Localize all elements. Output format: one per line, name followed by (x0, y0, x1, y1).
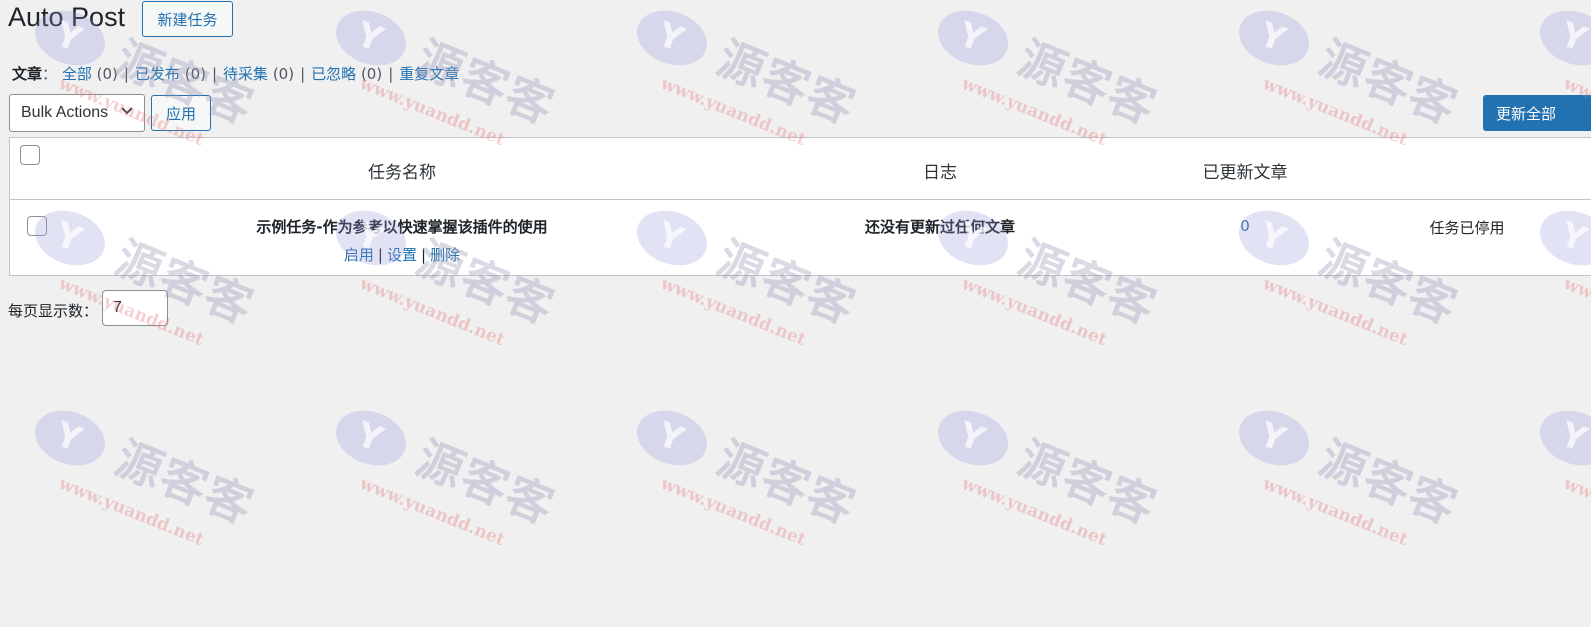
watermark: 源客客www.yuandd.net (27, 401, 264, 562)
new-task-button[interactable]: 新建任务 (142, 1, 233, 37)
separator: | (123, 65, 129, 83)
watermark-logo-icon (27, 401, 113, 475)
watermark-text: 源客客 (1011, 30, 1165, 135)
filter-colon: ： (42, 65, 58, 83)
watermark-url: www.yuandd.net (657, 473, 809, 551)
enable-link[interactable]: 启用 (344, 246, 374, 264)
updated-count[interactable]: 0 (1240, 217, 1250, 235)
watermark-logo-icon (328, 401, 414, 475)
watermark-url: www.yuandd.net (1560, 473, 1591, 551)
filter-duplicate-link[interactable]: 重复文章 (399, 65, 459, 83)
watermark-url: www.yuandd.net (1259, 473, 1411, 551)
filter-label: 文章 (12, 65, 43, 83)
watermark-text: 源客客 (710, 430, 864, 535)
chevron-down-icon (120, 104, 134, 121)
watermark: 源客客www.yuandd.net (1532, 401, 1591, 562)
table-header: 任务名称 日志 已更新文章 (10, 138, 1591, 200)
select-all-checkbox[interactable] (20, 145, 40, 165)
task-name[interactable]: 示例任务-作为参考以快速掌握该插件的使用 (256, 216, 547, 237)
watermark-url: www.yuandd.net (958, 273, 1110, 351)
post-filter-links: 文章： 全部 (0) | 已发布 (0) | 待采集 (0) | 已忽略 (0) | 重复文章 (12, 63, 459, 84)
watermark-text: 源客客 (1312, 30, 1466, 135)
column-updated-posts[interactable]: 已更新文章 (1203, 158, 1288, 183)
bulk-actions-value: Bulk Actions (21, 104, 109, 121)
watermark: 源客客www.yuandd.net (1231, 401, 1468, 562)
watermark-url: www.yuandd.net (356, 473, 508, 551)
watermark: 源客客www.yuandd.net (328, 401, 565, 562)
watermark: 源客客www.yuandd.net (629, 401, 866, 562)
task-status: 任务已停用 (1429, 219, 1505, 237)
update-all-button[interactable]: 更新全部 (1483, 95, 1591, 131)
separator: | (377, 246, 383, 264)
column-task-name[interactable]: 任务名称 (368, 158, 436, 183)
watermark-url: www.yuandd.net (356, 273, 508, 351)
bulk-actions-select[interactable]: Bulk Actions (9, 94, 145, 132)
watermark-logo-icon (1231, 1, 1317, 75)
filter-published-link[interactable]: 已发布 (135, 65, 180, 83)
watermark-url: www.yuandd.net (958, 473, 1110, 551)
watermark-logo-icon (930, 401, 1016, 475)
watermark-layer: 源客客www.yuandd.net源客客www.yuandd.net源客客www… (0, 0, 1591, 627)
column-log[interactable]: 日志 (923, 158, 957, 183)
separator: | (300, 65, 306, 83)
watermark-logo-icon (629, 1, 715, 75)
watermark-text: 源客客 (409, 430, 563, 535)
watermark-url: www.yuandd.net (1560, 273, 1591, 351)
per-page-input[interactable]: 7 (102, 290, 168, 326)
apply-button[interactable]: 应用 (151, 95, 211, 131)
separator: | (388, 65, 394, 83)
watermark-url: www.yuandd.net (55, 473, 207, 551)
separator: | (211, 65, 218, 83)
row-actions: 启用 | 设置 | 删除 (344, 244, 460, 265)
settings-link[interactable]: 设置 (387, 246, 417, 264)
watermark-logo-icon (1532, 401, 1591, 475)
filter-all-count: (0) (96, 65, 118, 83)
filter-published-count: (0) (184, 65, 206, 83)
filter-all-link[interactable]: 全部 (62, 65, 92, 83)
watermark-url: www.yuandd.net (657, 273, 809, 351)
separator: | (421, 246, 427, 264)
tasks-table: 任务名称 日志 已更新文章 示例任务-作为参考以快速掌握该插件的使用 启用 | 设置… (9, 137, 1591, 276)
filter-pending-link[interactable]: 待采集 (223, 65, 268, 83)
watermark-text: 源客客 (1312, 430, 1466, 535)
task-log: 还没有更新过任何文章 (864, 218, 1016, 236)
filter-pending-count: (0) (272, 65, 295, 83)
watermark-logo-icon (629, 401, 715, 475)
watermark-text: 源客客 (108, 430, 262, 535)
page-title: Auto Post (8, 2, 126, 32)
filter-ignored-link[interactable]: 已忽略 (311, 65, 356, 83)
watermark-text: 源客客 (710, 30, 864, 135)
row-checkbox[interactable] (27, 216, 47, 236)
watermark-text: 源客客 (1011, 430, 1165, 535)
watermark-logo-icon (1231, 401, 1317, 475)
watermark: 源客客www.yuandd.net (930, 401, 1167, 562)
watermark-url: www.yuandd.net (1259, 273, 1411, 351)
filter-ignored-count: (0) (360, 65, 383, 83)
watermark-logo-icon (930, 1, 1016, 75)
per-page-label: 每页显示数： (8, 302, 99, 320)
watermark-logo-icon (1532, 1, 1591, 75)
delete-link[interactable]: 删除 (430, 246, 460, 264)
